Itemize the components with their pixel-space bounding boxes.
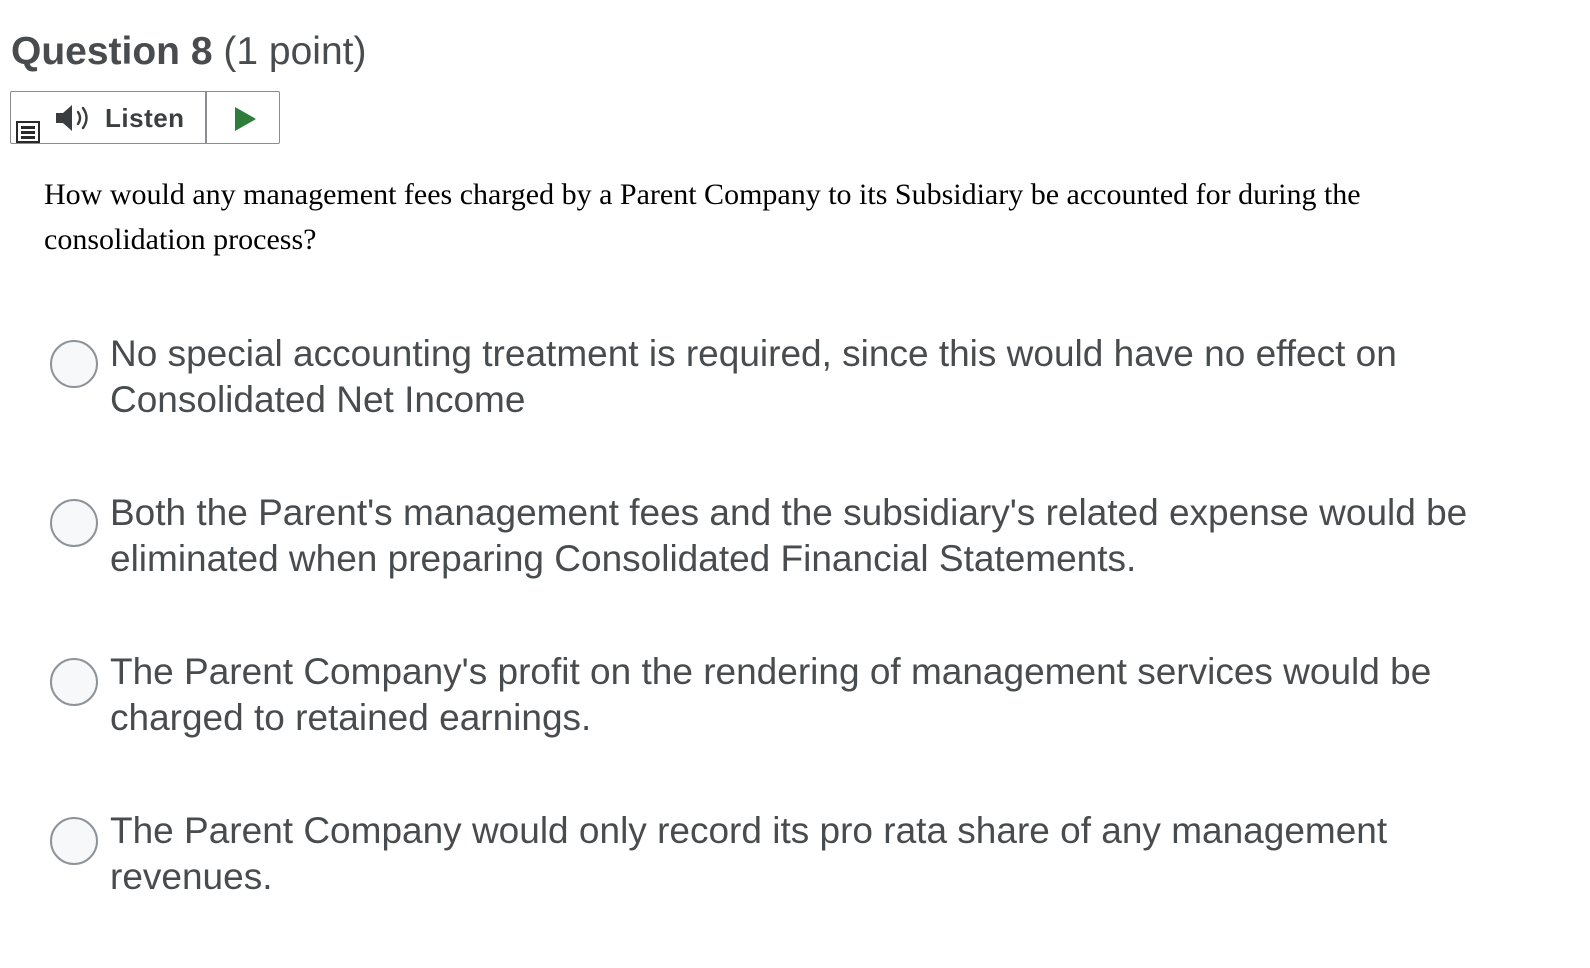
answer-option-label[interactable]: The Parent Company's profit on the rende…	[110, 649, 1480, 741]
play-icon	[235, 107, 256, 131]
radio-button[interactable]	[50, 499, 98, 547]
listen-label: Listen	[105, 103, 185, 133]
radio-button[interactable]	[50, 340, 98, 388]
listen-button[interactable]: Listen	[49, 92, 205, 143]
radio-button[interactable]	[50, 817, 98, 865]
answer-option-label[interactable]: No special accounting treatment is requi…	[110, 331, 1480, 423]
radio-button[interactable]	[50, 658, 98, 706]
speaker-icon	[56, 105, 88, 131]
question-text: How would any management fees charged by…	[44, 178, 1361, 256]
answer-option-label[interactable]: Both the Parent's management fees and th…	[110, 490, 1480, 582]
answer-option-label[interactable]: The Parent Company would only record its…	[110, 808, 1480, 900]
read-aloud-toolbar: Listen	[10, 91, 280, 144]
question-points: (1 point)	[223, 30, 367, 73]
question-title: Question 8	[11, 30, 213, 73]
question-header: Question 8 (1 point)	[11, 28, 366, 76]
menu-icon[interactable]	[16, 121, 40, 143]
play-button[interactable]	[207, 92, 279, 143]
